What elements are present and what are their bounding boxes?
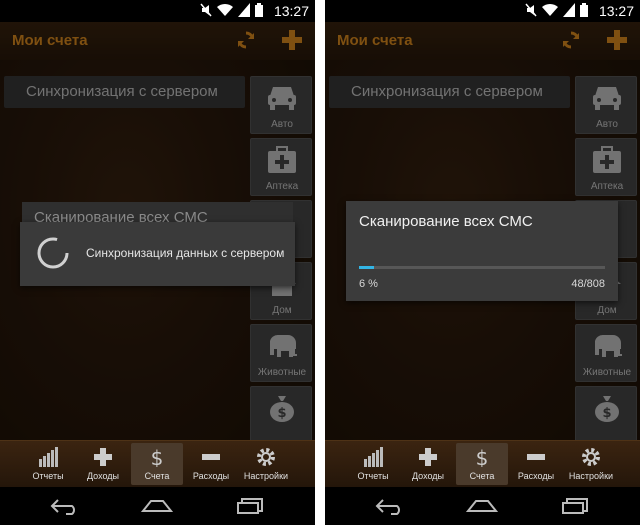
back-icon[interactable] <box>375 497 405 515</box>
tab-expenses[interactable]: Расходы <box>185 443 237 485</box>
svg-text:$: $ <box>151 447 164 467</box>
plus-icon <box>94 448 112 466</box>
home-icon[interactable] <box>466 497 498 515</box>
tab-label: Отчеты <box>357 471 389 481</box>
tab-label: Расходы <box>192 471 230 481</box>
bar-chart-icon <box>364 447 383 467</box>
scan-progress-percent: 6 % <box>359 278 378 290</box>
back-icon[interactable] <box>50 497 80 515</box>
recents-icon[interactable] <box>236 497 264 515</box>
tab-accounts[interactable]: $ Счета <box>131 443 183 485</box>
screenshot-pair: 13:27 Мои счета Синхронизация с сервером… <box>0 0 640 525</box>
status-time: 13:27 <box>273 3 309 19</box>
tab-settings[interactable]: Настройки <box>240 443 292 485</box>
bottom-tab-bar: Отчеты Доходы $ Счета Расходы Настройки <box>0 440 315 487</box>
tab-label: Расходы <box>517 471 555 481</box>
plus-icon <box>419 448 437 466</box>
minus-icon <box>202 454 220 460</box>
gear-icon <box>582 448 600 466</box>
gear-icon <box>257 448 275 466</box>
tab-label: Отчеты <box>32 471 64 481</box>
scan-progress-bar <box>359 266 605 269</box>
mute-icon <box>525 3 537 17</box>
tab-reports[interactable]: Отчеты <box>22 443 74 485</box>
status-bar: 13:27 <box>0 0 315 22</box>
status-bar: 13:27 <box>325 0 640 22</box>
system-nav-bar <box>0 487 315 525</box>
tab-accounts[interactable]: $ Счета <box>456 443 508 485</box>
minus-icon <box>527 454 545 460</box>
battery-icon <box>255 3 263 17</box>
tab-income[interactable]: Доходы <box>77 443 129 485</box>
tab-label: Настройки <box>243 471 289 481</box>
scan-dialog-title: Сканирование всех СМС <box>359 213 533 230</box>
sms-scan-progress-dialog: Сканирование всех СМС 6 % 48/808 <box>346 201 618 301</box>
tab-label: Настройки <box>568 471 614 481</box>
wifi-icon <box>217 3 233 16</box>
dollar-icon: $ <box>476 447 489 467</box>
svg-text:$: $ <box>476 447 489 467</box>
scan-progress-fill <box>359 266 374 269</box>
home-icon[interactable] <box>141 497 173 515</box>
system-nav-bar <box>325 487 640 525</box>
tab-expenses[interactable]: Расходы <box>510 443 562 485</box>
spinner-icon <box>37 237 69 269</box>
battery-icon <box>580 3 588 17</box>
dollar-icon: $ <box>151 447 164 467</box>
tab-settings[interactable]: Настройки <box>565 443 617 485</box>
tab-label: Счета <box>144 471 170 481</box>
status-time: 13:27 <box>598 3 634 19</box>
tab-reports[interactable]: Отчеты <box>347 443 399 485</box>
tab-label: Доходы <box>86 471 120 481</box>
bar-chart-icon <box>39 447 58 467</box>
signal-icon <box>238 3 250 17</box>
sync-progress-dialog: Синхронизация данных с сервером <box>20 222 295 286</box>
mute-icon <box>200 3 212 17</box>
tab-label: Доходы <box>411 471 445 481</box>
tab-income[interactable]: Доходы <box>402 443 454 485</box>
left-phone-screen: 13:27 Мои счета Синхронизация с сервером… <box>0 0 315 525</box>
wifi-icon <box>542 3 558 16</box>
bottom-tab-bar: Отчеты Доходы $ Счета Расходы Настройки <box>325 440 640 487</box>
recents-icon[interactable] <box>561 497 589 515</box>
tab-label: Счета <box>469 471 495 481</box>
scan-progress-count: 48/808 <box>571 278 605 290</box>
signal-icon <box>563 3 575 17</box>
right-phone-screen: 13:27 Мои счета Синхронизация с сервером… <box>325 0 640 525</box>
sync-dialog-message: Синхронизация данных с сервером <box>86 246 285 260</box>
